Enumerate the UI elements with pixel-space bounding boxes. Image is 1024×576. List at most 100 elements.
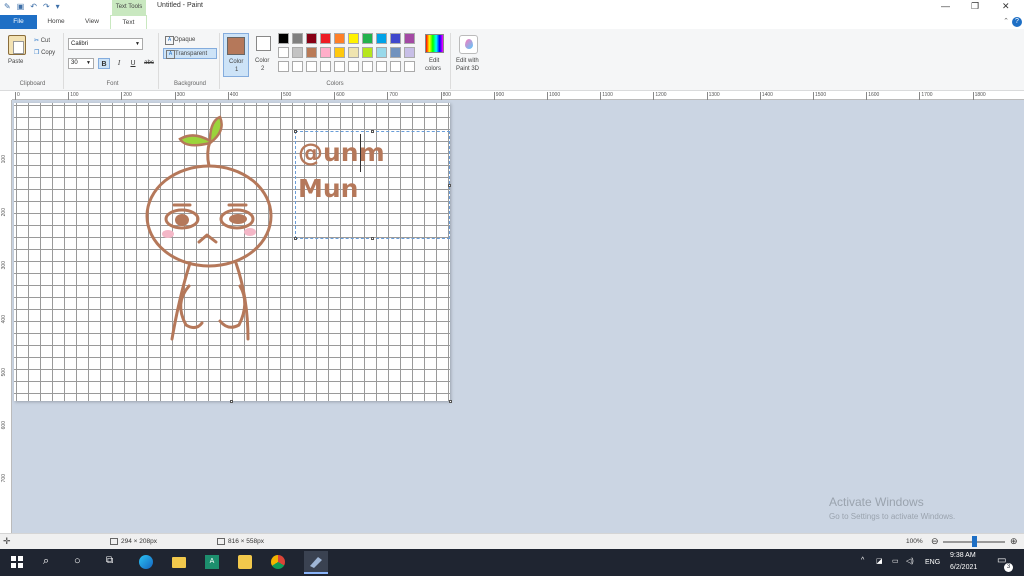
paint3d-icon[interactable] [459,35,478,54]
maximize-button[interactable]: ❐ [971,1,979,12]
tab-text[interactable]: Text [110,15,147,29]
palette-swatch[interactable] [278,47,289,58]
italic-button[interactable]: I [113,58,125,69]
resize-handle[interactable] [294,130,297,133]
palette-swatch[interactable] [320,47,331,58]
paint-taskbar-icon[interactable] [304,551,328,574]
clock-date[interactable]: 6/2/2021 [950,564,977,571]
palette-swatch[interactable] [390,47,401,58]
palette-swatch[interactable] [292,47,303,58]
palette-swatch[interactable] [390,33,401,44]
palette-swatch[interactable] [320,61,331,72]
color1-button[interactable]: Color 1 [223,33,249,77]
tab-view[interactable]: View [78,15,106,29]
save-icon[interactable]: ▣ [17,2,25,11]
font-family-select[interactable]: Calibri ▼ [68,38,143,50]
text-box[interactable]: @unm Mun [294,130,451,240]
palette-swatch[interactable] [292,33,303,44]
resize-handle[interactable] [371,237,374,240]
palette-swatch[interactable] [404,33,415,44]
drawing-canvas[interactable]: @unm Mun [14,103,452,403]
clock-time[interactable]: 9:38 AM [950,552,976,559]
palette-swatch[interactable] [306,33,317,44]
palette-swatch[interactable] [404,61,415,72]
app-icon[interactable]: A [205,555,219,569]
ruler-tick-label: 1100 [600,92,613,100]
chrome-icon[interactable] [271,555,285,569]
edit-colors-label-2[interactable]: colors [425,66,441,72]
text-line-1[interactable]: @unm [298,138,385,167]
paste-label[interactable]: Paste [8,59,23,65]
zoom-slider-thumb[interactable] [972,536,977,547]
palette-swatch[interactable] [348,33,359,44]
edit-with-paint3d-label-2[interactable]: Paint 3D [456,66,479,72]
resize-handle[interactable] [371,130,374,133]
show-hidden-icons-icon[interactable]: ^ [861,557,864,564]
battery-icon[interactable]: ▭ [892,557,899,565]
undo-icon[interactable]: ↶ [30,2,37,11]
palette-swatch[interactable] [376,47,387,58]
zoom-in-icon[interactable]: ⊕ [1010,536,1018,547]
resize-handle[interactable] [448,184,451,187]
edit-colors-label[interactable]: Edit [429,58,439,64]
close-button[interactable]: ✕ [1002,1,1010,12]
text-line-2[interactable]: Mun [298,174,358,203]
palette-swatch[interactable] [334,61,345,72]
task-view-icon[interactable]: ⧉ [106,555,120,569]
opaque-option[interactable]: Opaque [163,35,217,46]
language-indicator[interactable]: ENG [925,559,940,566]
ribbon-separator [450,33,451,89]
transparent-option[interactable]: Transparent [163,48,217,59]
palette-swatch[interactable] [278,33,289,44]
underline-button[interactable]: U [127,58,139,69]
resize-handle[interactable] [294,237,297,240]
palette-swatch[interactable] [306,61,317,72]
activate-windows-title: Activate Windows [829,495,924,509]
copy-button[interactable]: ❐ Copy [34,49,55,56]
bold-button[interactable]: B [98,58,110,69]
right-blush [244,228,256,236]
cut-button[interactable]: ✂ Cut [34,37,50,44]
ribbon-tabs: File Home View Text ⌃ ? [0,15,1024,29]
palette-swatch[interactable] [348,47,359,58]
palette-swatch[interactable] [278,61,289,72]
palette-swatch[interactable] [362,33,373,44]
palette-swatch[interactable] [334,33,345,44]
search-icon[interactable]: ⌕ [43,555,57,569]
tab-file[interactable]: File [0,15,37,29]
colors-group-label: Colors [326,81,344,87]
file-explorer-icon[interactable] [172,557,186,568]
collapse-ribbon-icon[interactable]: ⌃ [1003,17,1009,25]
canvas-size-icon [217,538,225,545]
palette-swatch[interactable] [390,61,401,72]
store-icon[interactable] [238,555,252,569]
canvas-resize-handle[interactable] [449,400,452,403]
customize-qat-icon[interactable]: ▾ [56,2,60,11]
font-size-select[interactable]: 30 ▼ [68,58,94,69]
windows-start-icon[interactable] [10,555,24,569]
zoom-out-icon[interactable]: ⊖ [931,536,939,547]
paste-icon[interactable] [8,35,26,55]
palette-swatch[interactable] [292,61,303,72]
tab-home[interactable]: Home [41,15,71,29]
cortana-icon[interactable]: ○ [74,555,88,569]
palette-swatch[interactable] [306,47,317,58]
palette-swatch[interactable] [334,47,345,58]
volume-icon[interactable]: ◁) [906,557,914,565]
redo-icon[interactable]: ↷ [43,2,50,11]
palette-swatch[interactable] [362,61,373,72]
canvas-resize-handle[interactable] [230,400,233,403]
edge-browser-icon[interactable] [139,555,153,569]
network-icon[interactable]: ◪ [876,557,883,565]
palette-swatch[interactable] [348,61,359,72]
help-button[interactable]: ? [1012,17,1022,27]
palette-swatch[interactable] [376,61,387,72]
edit-with-paint3d-label[interactable]: Edit with [456,58,479,64]
palette-swatch[interactable] [320,33,331,44]
palette-swatch[interactable] [376,33,387,44]
palette-swatch[interactable] [404,47,415,58]
minimize-button[interactable]: — [941,1,950,11]
edit-colors-icon[interactable] [425,34,444,53]
palette-swatch[interactable] [362,47,373,58]
strikethrough-button[interactable]: abc [141,58,157,69]
